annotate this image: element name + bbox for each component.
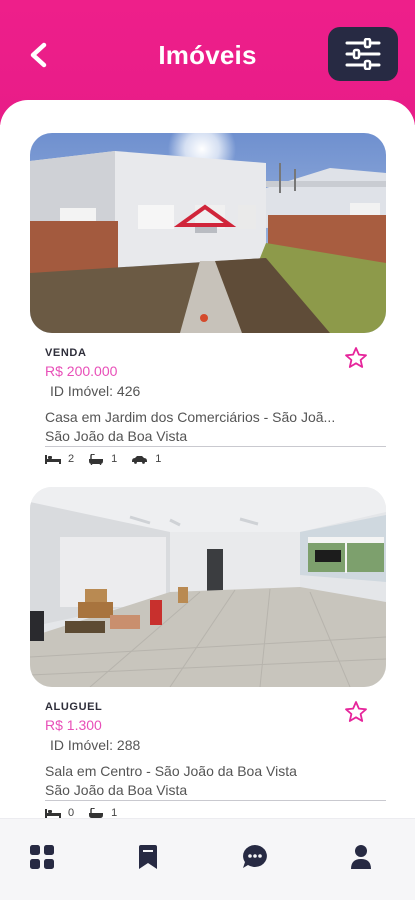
grid-icon <box>30 845 54 869</box>
garages-feature: 1 <box>131 453 161 465</box>
listing-city: São João da Boa Vista <box>45 782 188 798</box>
bedrooms-feature: 2 <box>45 453 74 465</box>
user-icon <box>351 845 371 869</box>
deal-type: VENDA <box>45 347 87 359</box>
favorite-star-icon[interactable] <box>344 700 368 724</box>
bathrooms-feature: 1 <box>88 453 117 465</box>
bathrooms-count: 1 <box>111 807 118 818</box>
nav-chat[interactable] <box>237 839 273 875</box>
bathtub-icon <box>89 807 104 818</box>
bookmark-icon <box>139 845 157 869</box>
bottom-navigation <box>0 818 415 900</box>
listing-description: Sala em Centro - São João da Boa Vista <box>45 763 297 779</box>
listing-id: ID Imóvel: 426 <box>50 383 141 399</box>
room-photo <box>30 487 386 687</box>
listing-card[interactable]: ALUGUEL R$ 1.300 ID Imóvel: 288 Sala em … <box>30 487 386 818</box>
listings-container: VENDA R$ 200.000 ID Imóvel: 426 Casa em … <box>0 100 415 818</box>
bed-icon <box>45 809 61 818</box>
bedrooms-count: 0 <box>68 807 75 818</box>
house-photo <box>30 133 386 333</box>
nav-saved[interactable] <box>130 839 166 875</box>
garages-count: 1 <box>155 453 162 465</box>
listing-photo[interactable] <box>30 133 386 333</box>
bathrooms-feature: 1 <box>88 807 117 818</box>
sliders-icon <box>345 38 381 70</box>
listing-id: ID Imóvel: 288 <box>50 737 141 753</box>
nav-profile[interactable] <box>343 839 379 875</box>
listing-description: Casa em Jardim dos Comerciários - São Jo… <box>45 409 335 425</box>
listing-city: São João da Boa Vista <box>45 428 188 444</box>
favorite-star-icon[interactable] <box>344 346 368 370</box>
bed-icon <box>45 455 61 464</box>
listing-price: R$ 200.000 <box>45 363 118 379</box>
listing-photo[interactable] <box>30 487 386 687</box>
chat-icon <box>243 845 267 868</box>
filter-button[interactable] <box>328 27 398 81</box>
bathrooms-count: 1 <box>111 453 118 465</box>
listing-price: R$ 1.300 <box>45 717 102 733</box>
car-icon <box>132 455 148 464</box>
bedrooms-count: 2 <box>68 453 75 465</box>
listing-features: 0 1 <box>45 807 131 818</box>
listing-features: 2 1 1 <box>45 453 175 465</box>
listing-card[interactable]: VENDA R$ 200.000 ID Imóvel: 426 Casa em … <box>30 133 386 473</box>
bedrooms-feature: 0 <box>45 807 74 818</box>
bathtub-icon <box>89 453 104 465</box>
divider <box>45 800 386 801</box>
deal-type: ALUGUEL <box>45 701 103 713</box>
divider <box>45 446 386 447</box>
nav-home[interactable] <box>24 839 60 875</box>
